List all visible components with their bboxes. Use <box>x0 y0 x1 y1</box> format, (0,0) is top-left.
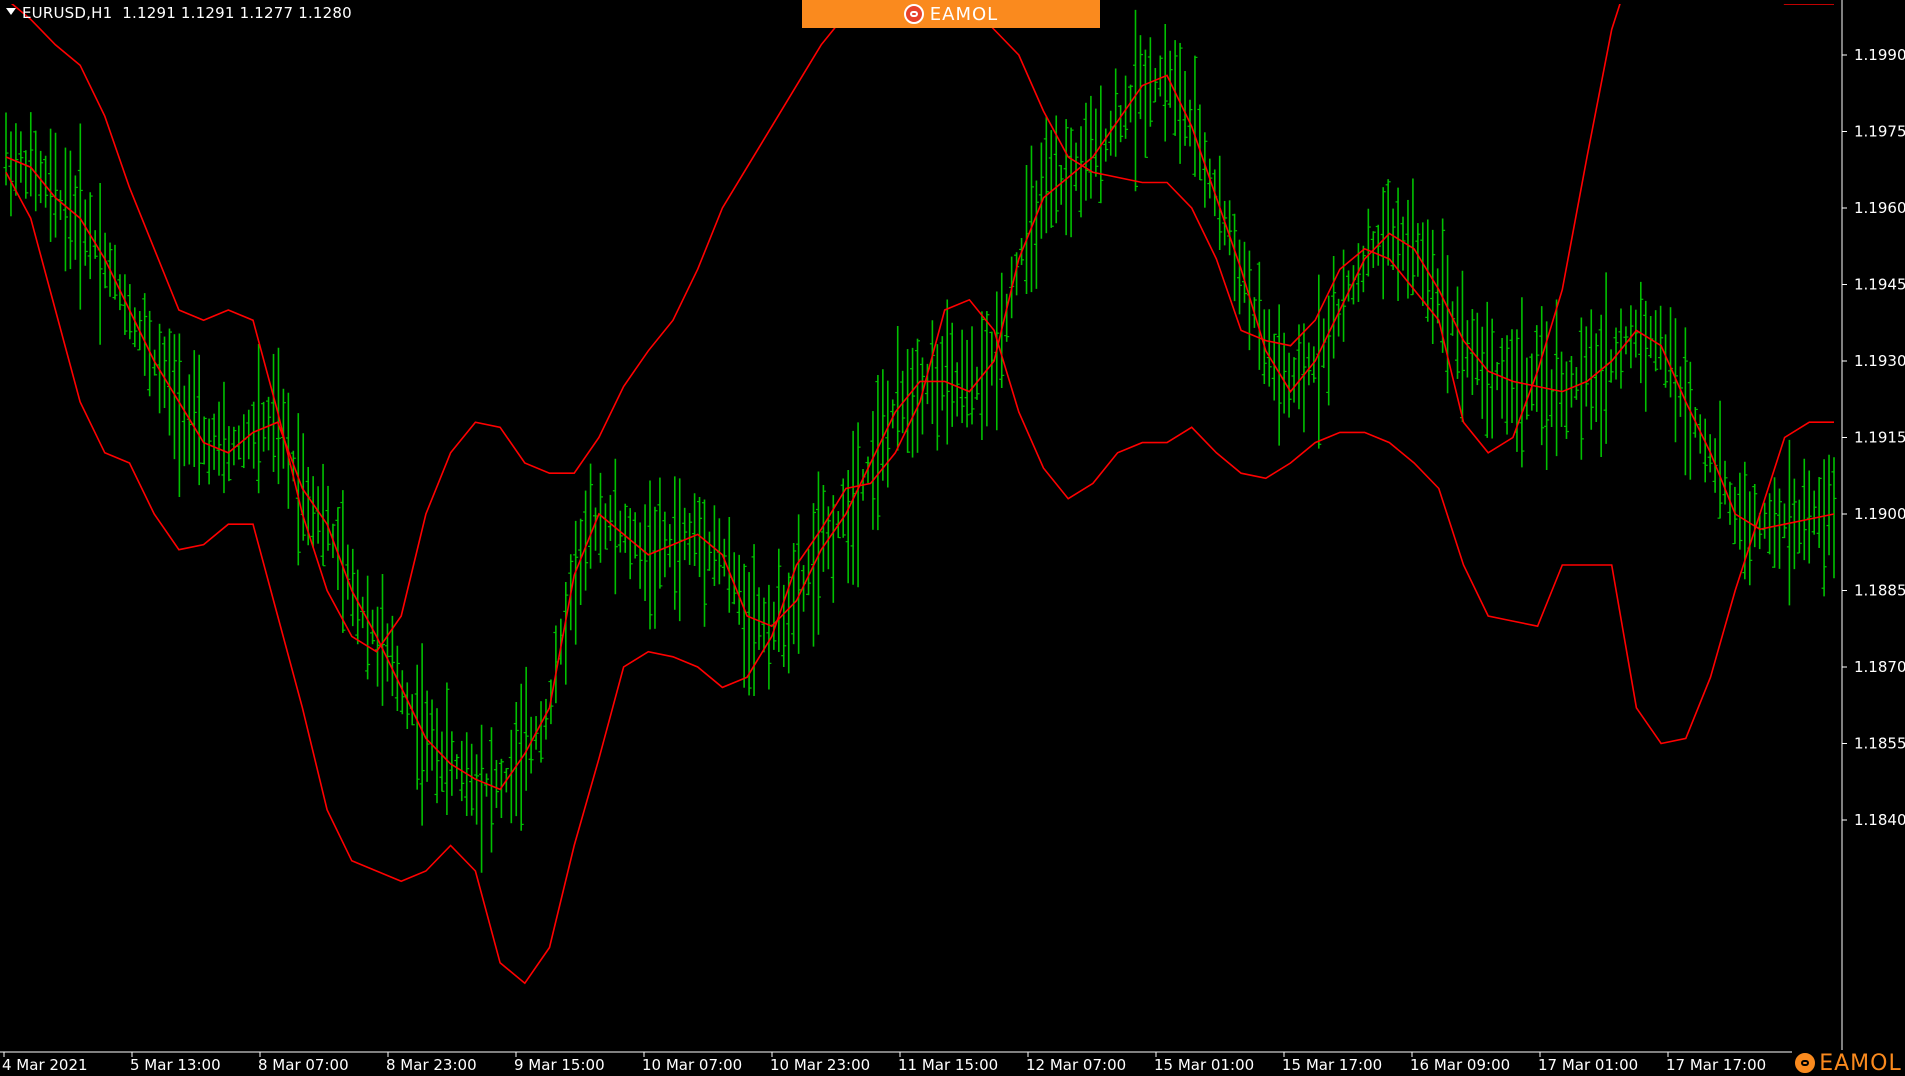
x-tick-label: 16 Mar 09:00 <box>1410 1056 1510 1074</box>
x-tick-label: 17 Mar 17:00 <box>1666 1056 1766 1074</box>
y-tick-label: 1.1915 <box>1854 429 1905 447</box>
x-tick-label: 5 Mar 13:00 <box>130 1056 221 1074</box>
y-tick-label: 1.1945 <box>1854 276 1905 294</box>
chart-background <box>0 0 1905 1076</box>
x-tick-label: 12 Mar 07:00 <box>1026 1056 1126 1074</box>
x-tick-label: 8 Mar 07:00 <box>258 1056 349 1074</box>
price-chart[interactable]: 1.1990 1.1975 1.1960 1.1945 1.1930 1.1915 1.19… <box>0 0 1905 1076</box>
chart-window: 1.1990 1.1975 1.1960 1.1945 1.1930 1.1915 1.19… <box>0 0 1905 1076</box>
brand-corner-text: EAMOL <box>1819 1050 1902 1076</box>
y-tick-label: 1.1960 <box>1854 199 1905 217</box>
y-tick-label: 1.1855 <box>1854 735 1905 753</box>
x-tick-label: 15 Mar 17:00 <box>1282 1056 1382 1074</box>
y-tick-label: 1.1900 <box>1854 505 1905 523</box>
brand-banner-text: EAMOL <box>929 3 999 25</box>
y-tick-label: 1.1990 <box>1854 46 1905 64</box>
x-tick-label: 8 Mar 23:00 <box>386 1056 477 1074</box>
x-tick-label: 15 Mar 01:00 <box>1154 1056 1254 1074</box>
x-tick-label: 11 Mar 15:00 <box>898 1056 998 1074</box>
robot-logo-icon <box>1795 1053 1816 1073</box>
x-tick-label: 10 Mar 23:00 <box>770 1056 870 1074</box>
symbol-label: EURUSD,H1 <box>22 4 113 22</box>
symbol-header[interactable]: EURUSD,H1 1.1291 1.1291 1.1277 1.1280 <box>6 4 352 22</box>
x-tick-label: 4 Mar 2021 <box>2 1056 88 1074</box>
y-tick-label: 1.1930 <box>1854 352 1905 370</box>
y-tick-label: 1.1840 <box>1854 811 1905 829</box>
x-tick-label: 10 Mar 07:00 <box>642 1056 742 1074</box>
ohlc-readout: 1.1291 1.1291 1.1277 1.1280 <box>122 4 352 22</box>
y-tick-label: 1.1885 <box>1854 582 1905 600</box>
brand-banner: EAMOL <box>802 0 1100 28</box>
y-tick-label: 1.1975 <box>1854 123 1905 141</box>
robot-logo-icon <box>903 4 924 24</box>
x-tick-label: 17 Mar 01:00 <box>1538 1056 1638 1074</box>
y-tick-label: 1.1870 <box>1854 658 1905 676</box>
brand-corner-logo: EAMOL <box>1792 1050 1905 1076</box>
dropdown-arrow-icon[interactable] <box>6 8 16 15</box>
x-tick-label: 9 Mar 15:00 <box>514 1056 605 1074</box>
